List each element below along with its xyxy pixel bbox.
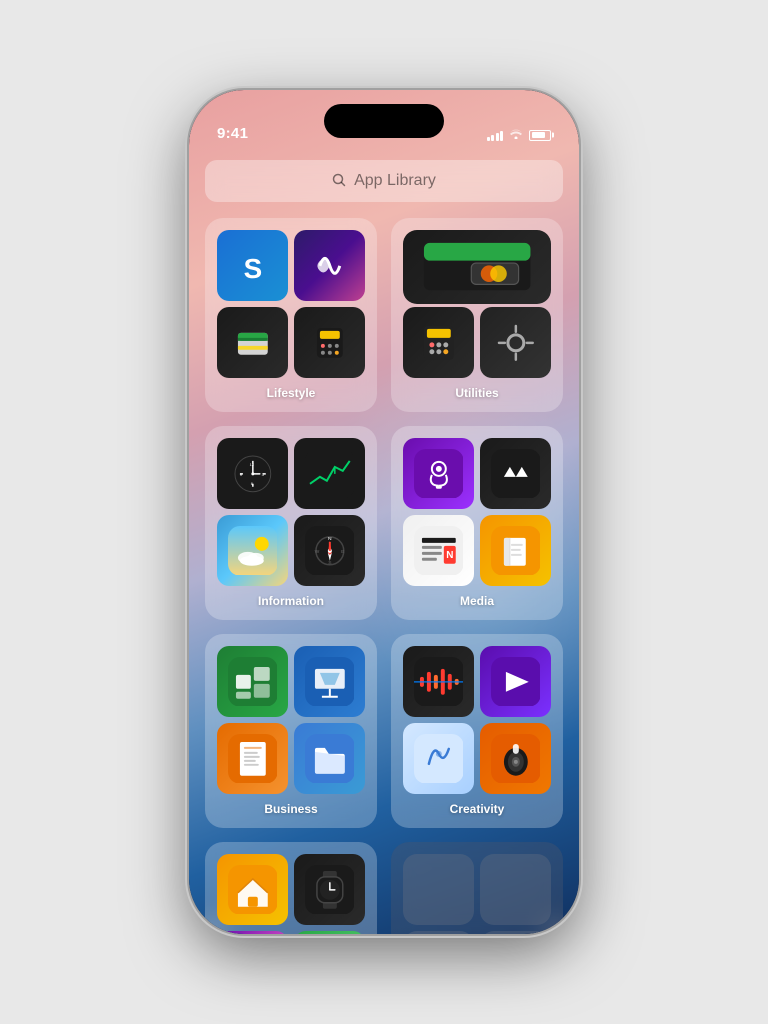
wifi-icon xyxy=(509,128,523,142)
svg-text:N: N xyxy=(446,549,453,560)
app-garageband[interactable] xyxy=(480,723,551,794)
media-label: Media xyxy=(403,594,551,608)
utilities-apps xyxy=(403,230,551,378)
connectivity-apps xyxy=(217,854,365,934)
category-business[interactable]: Business xyxy=(205,634,377,828)
app-books[interactable] xyxy=(480,515,551,586)
app-findmy[interactable] xyxy=(294,931,365,934)
categories-grid: S xyxy=(205,218,563,934)
app-keynote[interactable] xyxy=(294,646,365,717)
signal-bar-1 xyxy=(487,137,490,141)
app-home[interactable] xyxy=(217,854,288,925)
dynamic-island xyxy=(324,104,444,138)
hidden-apps xyxy=(403,854,551,934)
creativity-apps xyxy=(403,646,551,794)
phone-frame: 9:41 xyxy=(189,90,579,934)
app-news[interactable]: N xyxy=(403,515,474,586)
category-hidden[interactable]: Hidden xyxy=(391,842,563,934)
information-label: Information xyxy=(217,594,365,608)
hidden-slot-3 xyxy=(403,931,474,934)
app-soundanalysis[interactable] xyxy=(403,646,474,717)
app-watch[interactable] xyxy=(294,854,365,925)
app-stocks[interactable] xyxy=(294,438,365,509)
business-label: Business xyxy=(217,802,365,816)
app-appletv[interactable] xyxy=(480,438,551,509)
information-apps: 12 3 6 9 xyxy=(217,438,365,586)
app-clock[interactable]: 12 3 6 9 xyxy=(217,438,288,509)
app-shazam[interactable]: S xyxy=(217,230,288,301)
lifestyle-label: Lifestyle xyxy=(217,386,365,400)
app-podcasts[interactable] xyxy=(403,438,474,509)
media-apps: N xyxy=(403,438,551,586)
svg-text:W: W xyxy=(314,548,319,554)
category-information[interactable]: 12 3 6 9 xyxy=(205,426,377,620)
app-calculator[interactable] xyxy=(294,307,365,378)
status-time: 9:41 xyxy=(217,125,248,142)
app-wallet[interactable] xyxy=(217,307,288,378)
category-lifestyle[interactable]: S xyxy=(205,218,377,412)
signal-bar-3 xyxy=(496,133,499,141)
battery-icon xyxy=(529,130,551,141)
business-apps xyxy=(217,646,365,794)
app-freeform[interactable] xyxy=(403,723,474,794)
hidden-slot-2 xyxy=(480,854,551,925)
signal-bar-4 xyxy=(500,131,503,141)
signal-bar-2 xyxy=(491,135,494,141)
app-library-content: App Library S xyxy=(189,148,579,934)
app-shortcuts[interactable] xyxy=(217,931,288,934)
category-utilities[interactable]: Utilities xyxy=(391,218,563,412)
battery-fill xyxy=(532,132,546,138)
app-pages[interactable] xyxy=(217,723,288,794)
utilities-label: Utilities xyxy=(403,386,551,400)
lifestyle-apps: S xyxy=(217,230,365,378)
search-bar[interactable]: App Library xyxy=(205,160,563,202)
category-creativity[interactable]: Creativity xyxy=(391,634,563,828)
app-settings[interactable] xyxy=(480,307,551,378)
creativity-label: Creativity xyxy=(403,802,551,816)
app-imovie[interactable] xyxy=(480,646,551,717)
category-media[interactable]: N xyxy=(391,426,563,620)
app-calc-2[interactable] xyxy=(403,307,474,378)
app-numbers[interactable] xyxy=(217,646,288,717)
signal-icon xyxy=(487,129,504,141)
search-placeholder: App Library xyxy=(354,172,436,190)
search-icon xyxy=(332,173,346,190)
svg-text:S: S xyxy=(243,253,262,284)
svg-text:N: N xyxy=(328,536,332,542)
hidden-slot-1 xyxy=(403,854,474,925)
status-icons xyxy=(487,128,552,142)
app-files[interactable] xyxy=(294,723,365,794)
hidden-slot-4 xyxy=(480,931,551,934)
category-connectivity[interactable]: Connectivity xyxy=(205,842,377,934)
app-wallet-2[interactable] xyxy=(403,230,551,304)
app-weather[interactable] xyxy=(217,515,288,586)
app-clips[interactable] xyxy=(294,230,365,301)
app-compass[interactable]: N S E W xyxy=(294,515,365,586)
